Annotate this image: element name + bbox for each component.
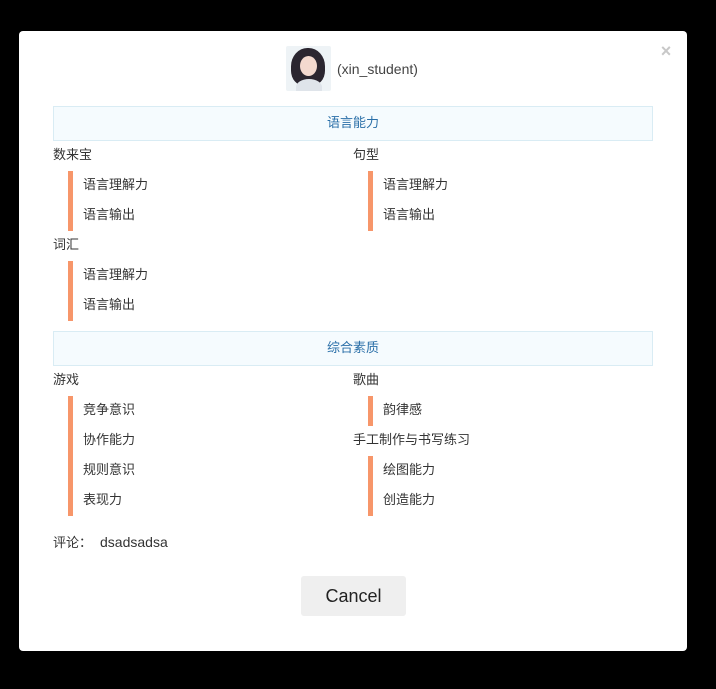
skill-item: 语言理解力 xyxy=(83,268,149,283)
close-icon[interactable]: × xyxy=(658,42,674,60)
skill-item: 语言理解力 xyxy=(383,178,449,193)
skill-item: 规则意识 xyxy=(83,463,136,478)
skill-group: 词汇 语言理解力 语言输出 xyxy=(53,236,148,321)
skill-item: 绘图能力 xyxy=(383,463,436,478)
group-title: 游戏 xyxy=(53,373,80,388)
skill-group: 歌曲 韵律感 xyxy=(353,371,422,426)
user-header: (xin_student) xyxy=(286,46,418,91)
skill-group: 句型 语言理解力 语言输出 xyxy=(353,146,448,231)
group-title: 数来宝 xyxy=(53,148,93,163)
skill-item: 韵律感 xyxy=(383,403,423,418)
cancel-button[interactable]: Cancel xyxy=(301,576,406,616)
comment-row: 评论： dsadsadsa xyxy=(53,532,168,551)
skill-list: 绘图能力 创造能力 xyxy=(368,456,470,516)
skill-item: 语言输出 xyxy=(83,208,136,223)
skill-item: 协作能力 xyxy=(83,433,136,448)
skill-item: 表现力 xyxy=(83,493,123,508)
section-header-overall: 综合素质 xyxy=(53,331,653,366)
skill-list: 竞争意识 协作能力 规则意识 表现力 xyxy=(68,396,135,516)
report-dialog: × (xin_student) 语言能力 数来宝 语言理解力 语言输出 句型 语… xyxy=(19,31,687,651)
username: (xin_student) xyxy=(337,60,418,77)
avatar xyxy=(286,46,331,91)
skill-item: 语言理解力 xyxy=(83,178,149,193)
skill-list: 韵律感 xyxy=(368,396,422,426)
comment-label: 评论： xyxy=(53,536,93,551)
skill-item: 创造能力 xyxy=(383,493,436,508)
skill-group: 手工制作与书写练习 绘图能力 创造能力 xyxy=(353,431,470,516)
skill-item: 语言输出 xyxy=(83,298,136,313)
skill-group: 游戏 竞争意识 协作能力 规则意识 表现力 xyxy=(53,371,135,516)
skill-group: 数来宝 语言理解力 语言输出 xyxy=(53,146,148,231)
skill-item: 语言输出 xyxy=(383,208,436,223)
skill-list: 语言理解力 语言输出 xyxy=(68,171,148,231)
comment-value: dsadsadsa xyxy=(100,534,168,550)
group-title: 歌曲 xyxy=(353,373,380,388)
skill-list: 语言理解力 语言输出 xyxy=(68,261,148,321)
section-header-language: 语言能力 xyxy=(53,106,653,141)
group-title: 手工制作与书写练习 xyxy=(353,433,471,448)
group-title: 词汇 xyxy=(53,238,80,253)
group-title: 句型 xyxy=(353,148,380,163)
skill-list: 语言理解力 语言输出 xyxy=(368,171,448,231)
skill-item: 竞争意识 xyxy=(83,403,136,418)
